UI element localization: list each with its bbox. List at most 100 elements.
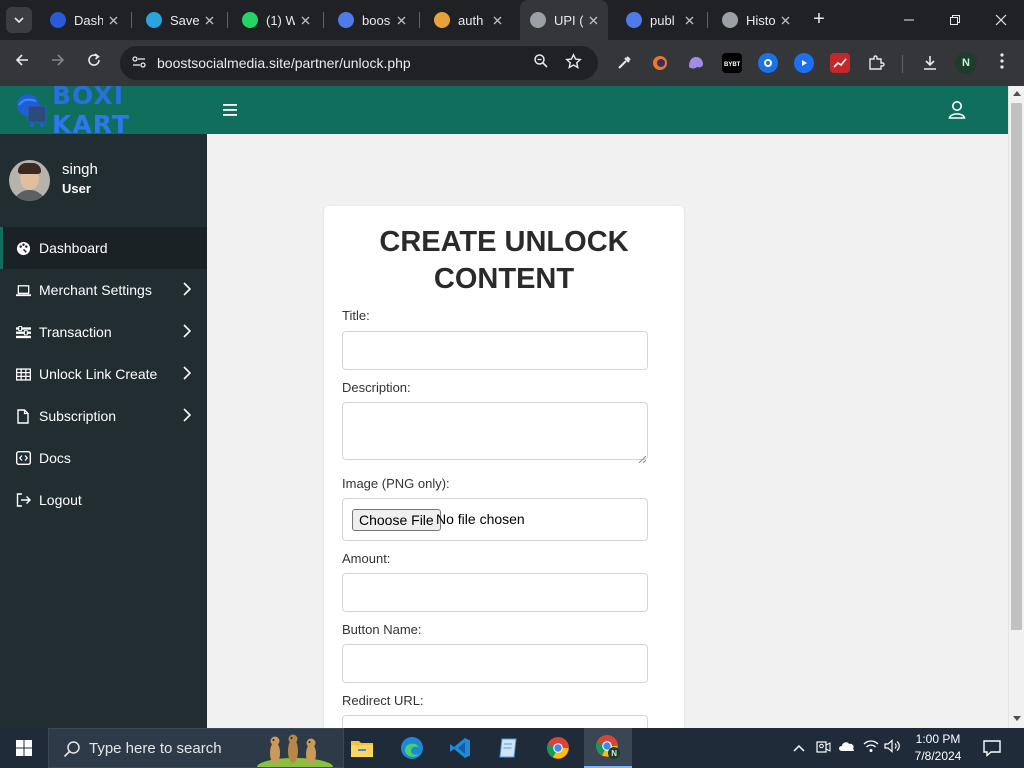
brand-header[interactable]: BOXI KART xyxy=(0,86,207,139)
notification-center-icon[interactable] xyxy=(982,738,1002,758)
puzzle-extensions-icon[interactable] xyxy=(866,53,886,73)
title-label: Title: xyxy=(342,308,370,323)
close-tab-icon[interactable] xyxy=(685,13,694,28)
wifi-icon[interactable] xyxy=(862,739,880,757)
amount-input[interactable] xyxy=(342,573,648,612)
play-extension-icon[interactable] xyxy=(794,53,814,73)
user-role: User xyxy=(62,181,91,196)
taskbar-app-chrome[interactable] xyxy=(534,728,582,768)
taskbar-search-box[interactable]: Type here to search xyxy=(48,728,344,768)
address-bar[interactable]: boostsocialmedia.site/partner/unlock.php xyxy=(120,46,598,80)
close-tab-icon[interactable] xyxy=(589,13,598,28)
browser-tab[interactable]: UPI ( xyxy=(520,0,608,40)
back-button[interactable] xyxy=(11,52,33,74)
user-panel: singh User xyxy=(0,146,207,226)
taskbar-app-vscode[interactable] xyxy=(436,728,484,768)
choose-file-button[interactable]: Choose File xyxy=(352,509,441,531)
reload-button[interactable] xyxy=(83,52,105,74)
close-tab-icon[interactable] xyxy=(109,13,118,28)
tab-separator xyxy=(227,12,228,28)
minimize-button[interactable] xyxy=(886,0,932,40)
unlock-content-form-card: CREATE UNLOCK CONTENT Title: Description… xyxy=(324,206,684,728)
tab-search-button[interactable] xyxy=(6,7,32,33)
site-info-icon[interactable] xyxy=(130,54,148,72)
sidebar-item-label: Logout xyxy=(39,492,82,508)
sidebar-item-dashboard[interactable]: Dashboard xyxy=(0,227,207,269)
close-tab-icon[interactable] xyxy=(301,13,310,28)
browser-tab[interactable]: Dash xyxy=(40,0,128,40)
palette-icon xyxy=(15,240,31,256)
chrome-profile-icon: N xyxy=(596,735,620,759)
user-account-icon[interactable] xyxy=(948,100,966,120)
chevron-up-tray-icon[interactable] xyxy=(790,739,808,757)
forward-button[interactable] xyxy=(47,52,69,74)
restore-button[interactable] xyxy=(932,0,978,40)
sidebar-item-unlock-link-create[interactable]: Unlock Link Create xyxy=(0,353,207,395)
tab-separator xyxy=(419,12,420,28)
description-textarea[interactable] xyxy=(342,402,648,460)
resize-grip-icon[interactable] xyxy=(638,450,647,464)
close-window-button[interactable] xyxy=(978,0,1024,40)
sidebar-item-docs[interactable]: Docs xyxy=(0,437,207,479)
ghost-extension-icon[interactable] xyxy=(686,53,706,73)
profile-avatar[interactable]: N xyxy=(955,52,977,74)
browser-tab[interactable]: auth xyxy=(424,0,512,40)
bookmark-star-icon[interactable] xyxy=(563,53,583,73)
chart-extension-icon[interactable] xyxy=(830,53,850,73)
meet-now-icon[interactable] xyxy=(814,739,832,757)
volume-icon[interactable] xyxy=(884,739,902,757)
code-icon xyxy=(15,450,31,466)
taskbar-app-notepad[interactable] xyxy=(484,728,532,768)
browser-tab[interactable]: publ xyxy=(616,0,704,40)
clock-date[interactable]: 7/8/2024 xyxy=(906,749,970,763)
clock-time[interactable]: 1:00 PM xyxy=(906,732,970,746)
url-text[interactable]: boostsocialmedia.site/partner/unlock.php xyxy=(157,55,411,71)
chevron-right-icon xyxy=(183,282,192,298)
redirect-url-input[interactable] xyxy=(342,715,648,728)
browser-tab[interactable]: (1) W xyxy=(232,0,320,40)
scroll-up-arrow-icon[interactable] xyxy=(1009,86,1024,102)
title-input[interactable] xyxy=(342,331,648,370)
tab-separator xyxy=(131,12,132,28)
browser-tab[interactable]: Histo xyxy=(712,0,800,40)
browser-tab[interactable]: boos xyxy=(328,0,416,40)
dashboard-icon xyxy=(50,12,66,28)
tab-label: boos xyxy=(362,12,391,28)
sidebar-item-merchant-settings[interactable]: Merchant Settings xyxy=(0,269,207,311)
taskbar-app-file-explorer[interactable] xyxy=(338,728,386,768)
new-tab-button[interactable]: + xyxy=(808,8,830,30)
site-icon xyxy=(338,12,354,28)
sidebar-item-label: Transaction xyxy=(39,324,112,340)
sidebar-item-logout[interactable]: Logout xyxy=(0,479,207,521)
sidebar-item-transaction[interactable]: Transaction xyxy=(0,311,207,353)
more-menu-icon[interactable] xyxy=(994,52,1010,74)
zoom-icon[interactable] xyxy=(531,53,551,73)
onedrive-cloud-icon[interactable] xyxy=(838,739,856,757)
sidebar-item-subscription[interactable]: Subscription xyxy=(0,395,207,437)
scroll-down-arrow-icon[interactable] xyxy=(1009,712,1024,728)
bybit-extension-icon[interactable]: BYBT xyxy=(722,53,742,73)
scrollbar-thumb[interactable] xyxy=(1011,103,1022,630)
chrome-icon xyxy=(547,737,569,759)
close-tab-icon[interactable] xyxy=(397,13,406,28)
start-button[interactable] xyxy=(0,728,48,768)
close-tab-icon[interactable] xyxy=(781,13,790,28)
brand-name-part: KART xyxy=(52,110,130,139)
arrow-left-icon xyxy=(15,54,28,66)
eyedropper-extension-icon[interactable] xyxy=(614,53,634,73)
warning-icon xyxy=(434,12,450,28)
sidebar: BOXI KART singh User Dashboard Merchant … xyxy=(0,86,207,728)
file-icon xyxy=(15,408,31,424)
taskbar-app-edge[interactable] xyxy=(388,728,436,768)
close-tab-icon[interactable] xyxy=(205,13,214,28)
close-tab-icon[interactable] xyxy=(493,13,502,28)
browser-tab[interactable]: Save xyxy=(136,0,224,40)
taskbar-app-chrome-profile[interactable]: N xyxy=(584,728,632,768)
windows-taskbar: Type here to search N 1:00 PM 7/8/2024 xyxy=(0,728,1024,768)
hamburger-menu-icon[interactable] xyxy=(223,103,237,116)
button-name-input[interactable] xyxy=(342,644,648,683)
circle-extension-icon[interactable] xyxy=(758,53,778,73)
page-scrollbar[interactable] xyxy=(1008,86,1024,728)
download-icon[interactable] xyxy=(920,53,940,73)
firefox-relay-extension-icon[interactable] xyxy=(650,53,670,73)
